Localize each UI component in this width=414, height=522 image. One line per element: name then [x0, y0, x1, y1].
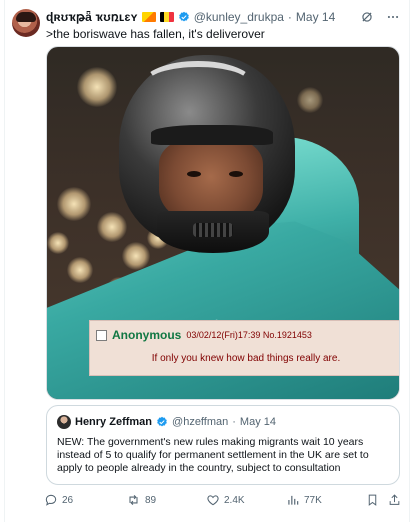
greentext-post: Anonymous 03/02/12(Fri)17:39 No.1921453 …	[89, 320, 399, 376]
date-separator: ·	[287, 10, 292, 24]
tweet-action-bar: 26 89 2.4K 77K	[44, 493, 402, 511]
author-display-name[interactable]: ɖʀʊҡթǟ ҡʊռʟɛʏ	[46, 10, 138, 24]
verified-badge-icon	[178, 11, 189, 22]
quote-display-name: Henry Zeffman	[75, 416, 153, 428]
share-icon	[389, 494, 400, 505]
author-avatar[interactable]	[12, 9, 40, 37]
reply-icon	[45, 494, 57, 506]
tweet-date[interactable]: May 14	[296, 10, 335, 24]
views-icon	[288, 495, 299, 505]
verified-badge-icon	[157, 416, 167, 427]
repost-button[interactable]: 89	[126, 493, 156, 507]
post-checkbox	[96, 329, 107, 341]
grok-icon[interactable]	[360, 10, 374, 24]
greentext-meta: 03/02/12(Fri)17:39 No.1921453	[186, 330, 312, 340]
bookmark-button[interactable]	[366, 493, 379, 507]
tweet-image[interactable]: deli Anonymous 03/02/12(Fri)17:39 No.192…	[46, 46, 400, 400]
views-button[interactable]: 77K	[286, 493, 322, 507]
repost-icon	[129, 494, 138, 506]
bhutan-flag-icon	[141, 12, 156, 22]
greentext-name: Anonymous	[112, 328, 182, 342]
quoted-tweet[interactable]: Henry Zeffman @hzeffman · May 14 NEW: Th…	[46, 405, 400, 485]
like-count: 2.4K	[224, 494, 245, 506]
repost-count: 89	[145, 494, 157, 506]
reply-button[interactable]: 26	[44, 493, 73, 507]
quote-header: Henry Zeffman @hzeffman · May 14	[57, 415, 276, 429]
share-button[interactable]	[388, 493, 401, 507]
heart-icon	[207, 495, 219, 506]
view-count: 77K	[304, 494, 322, 506]
like-button[interactable]: 2.4K	[206, 493, 245, 507]
tweet-header: ɖʀʊҡթǟ ҡʊռʟɛʏ @kunley_drukpa · May 14	[46, 9, 335, 25]
quote-date-separator: ·	[232, 416, 236, 428]
quote-handle: @hzeffman	[172, 416, 229, 428]
greentext-body: If only you knew how bad things really a…	[151, 353, 341, 364]
author-handle[interactable]: @kunley_drukpa	[194, 10, 284, 24]
more-options-icon[interactable]	[386, 10, 400, 24]
bookmark-icon	[368, 494, 377, 506]
quote-avatar	[57, 415, 71, 429]
belgium-flag-icon	[159, 12, 174, 22]
reply-count: 26	[62, 494, 74, 506]
quote-date: May 14	[239, 416, 276, 428]
tweet-top-icons	[360, 10, 400, 24]
quote-text: NEW: The government's new rules making m…	[57, 436, 369, 474]
tweet-text: >the boriswave has fallen, it's delivero…	[46, 27, 265, 41]
